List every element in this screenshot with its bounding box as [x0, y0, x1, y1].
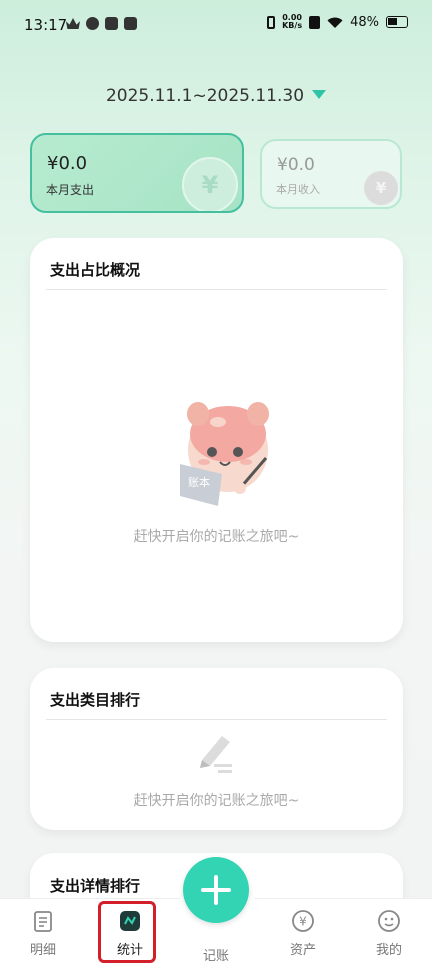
status-system-icons: 0.00 KB/s 48% — [267, 14, 408, 30]
expense-label: 本月支出 — [46, 183, 95, 197]
monthly-income-card[interactable]: ¥0.0 本月收入 ¥ — [260, 139, 402, 209]
yuan-coin-icon: ¥ — [364, 171, 398, 205]
nav-mine-label: 我的 — [375, 943, 402, 958]
divider — [46, 719, 387, 720]
income-label: 本月收入 — [276, 183, 320, 196]
yuan-circle-icon: ¥ — [292, 910, 314, 932]
section-title: 支出类目排行 — [44, 691, 141, 709]
battery-icon — [386, 16, 408, 28]
nav-details-label: 明细 — [29, 943, 56, 958]
nav-assets[interactable]: ¥ 资产 — [268, 899, 338, 964]
nav-record-label: 记账 — [202, 949, 229, 964]
expense-amount: ¥0.0 — [47, 153, 88, 174]
divider — [46, 289, 387, 290]
wifi-icon — [327, 17, 343, 28]
nav-mine[interactable]: 我的 — [354, 899, 424, 964]
section-title: 支出占比概况 — [44, 261, 141, 279]
battery-percent: 48% — [350, 14, 379, 30]
net-speed: 0.00 KB/s — [282, 14, 302, 30]
add-record-button[interactable] — [183, 857, 249, 923]
empty-state-text: 赶快开启你的记账之旅吧~ — [133, 793, 300, 809]
yuan-coin-icon: ¥ — [182, 157, 238, 211]
nav-details[interactable]: 明细 — [8, 899, 78, 964]
play-icon — [105, 17, 118, 30]
book-label: 账本 — [188, 475, 210, 489]
date-range-text: 2025.11.1~2025.11.30 — [105, 86, 305, 106]
income-amount: ¥0.0 — [277, 155, 315, 175]
nav-assets-label: 资产 — [289, 943, 316, 958]
monthly-expense-card[interactable]: ¥0.0 本月支出 ¥ — [30, 133, 244, 213]
net-speed-unit: KB/s — [282, 21, 303, 30]
dropdown-triangle-icon — [312, 90, 327, 99]
status-notification-icons — [66, 17, 137, 30]
crown-icon — [66, 18, 80, 29]
status-bar: 13:17 0.00 KB/s 48% — [0, 0, 432, 50]
mascot-illustration: 账本 — [180, 402, 269, 506]
face-icon — [378, 910, 400, 932]
expense-ratio-panel: 支出占比概况 账本 赶快开启你的记账之旅吧~ — [30, 238, 403, 642]
empty-state-text: 赶快开启你的记账之旅吧~ — [133, 529, 300, 545]
vibrate-icon — [267, 15, 276, 29]
date-range-selector[interactable]: 2025.11.1~2025.11.30 — [0, 86, 432, 106]
category-ranking-panel: 支出类目排行 赶快开启你的记账之旅吧~ — [30, 668, 403, 830]
nfc-icon — [309, 15, 321, 29]
check-circle-icon — [86, 17, 99, 30]
section-title: 支出详情排行 — [44, 877, 141, 895]
document-icon — [34, 911, 52, 932]
app-notification-icon — [124, 17, 137, 30]
pen-icon — [200, 736, 232, 773]
svg-text:¥: ¥ — [299, 915, 307, 929]
selected-tab-highlight — [98, 901, 156, 963]
status-time: 13:17 — [24, 16, 68, 34]
